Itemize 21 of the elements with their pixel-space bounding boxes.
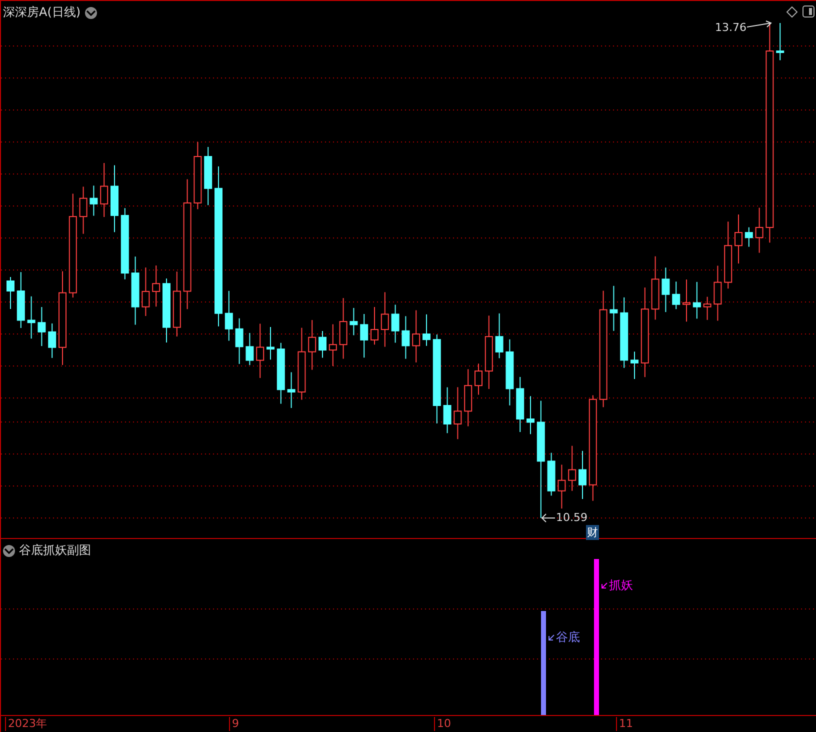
event-badge[interactable]: 财 — [586, 525, 599, 540]
axis-label: 2023年 — [5, 717, 47, 732]
signal-label: 抓妖 — [609, 577, 633, 594]
low-price-label: 10.59 — [556, 511, 588, 524]
axis-label: 10 — [434, 717, 451, 732]
panel-toggle-icon[interactable] — [802, 5, 815, 18]
signal-label: 谷底 — [556, 629, 580, 646]
chevron-icon — [86, 10, 96, 16]
dropdown-button[interactable] — [84, 6, 97, 18]
diamond-icon[interactable] — [786, 6, 798, 18]
chevron-icon — [4, 548, 14, 554]
arrow-icon — [747, 20, 773, 30]
indicator-title: 谷底抓妖副图 — [19, 542, 91, 560]
dropdown-button[interactable] — [3, 544, 15, 557]
arrow-icon — [541, 513, 555, 523]
arrow-icon — [548, 634, 555, 642]
high-price-label: 13.76 — [715, 21, 746, 34]
axis-label: 9 — [229, 717, 239, 732]
arrow-icon — [601, 582, 608, 590]
axis-label: 11 — [616, 717, 633, 732]
chart-title: 深深房A(日线) — [3, 4, 81, 21]
